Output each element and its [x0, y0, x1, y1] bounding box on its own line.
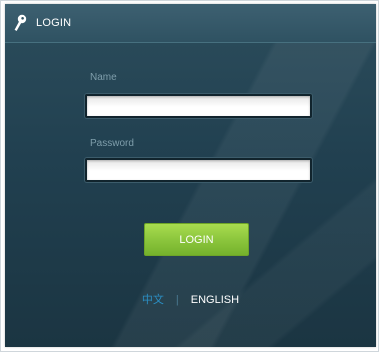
login-button[interactable]: LOGIN [144, 223, 249, 256]
language-separator: | [175, 294, 179, 306]
language-switcher: 中文 | ENGLISH [5, 291, 376, 307]
key-icon [14, 14, 27, 31]
name-label: Name [90, 72, 117, 83]
window-frame: LOGIN Name Password LOGIN 中文 | ENGLISH [0, 0, 379, 352]
password-label: Password [90, 138, 134, 149]
password-input[interactable] [85, 158, 312, 182]
panel-header: LOGIN [5, 4, 376, 43]
language-english-link[interactable]: ENGLISH [191, 294, 239, 306]
header-title: LOGIN [36, 17, 72, 29]
language-chinese-link[interactable]: 中文 [142, 294, 164, 306]
login-panel: LOGIN Name Password LOGIN 中文 | ENGLISH [5, 4, 376, 347]
name-input[interactable] [85, 94, 312, 118]
